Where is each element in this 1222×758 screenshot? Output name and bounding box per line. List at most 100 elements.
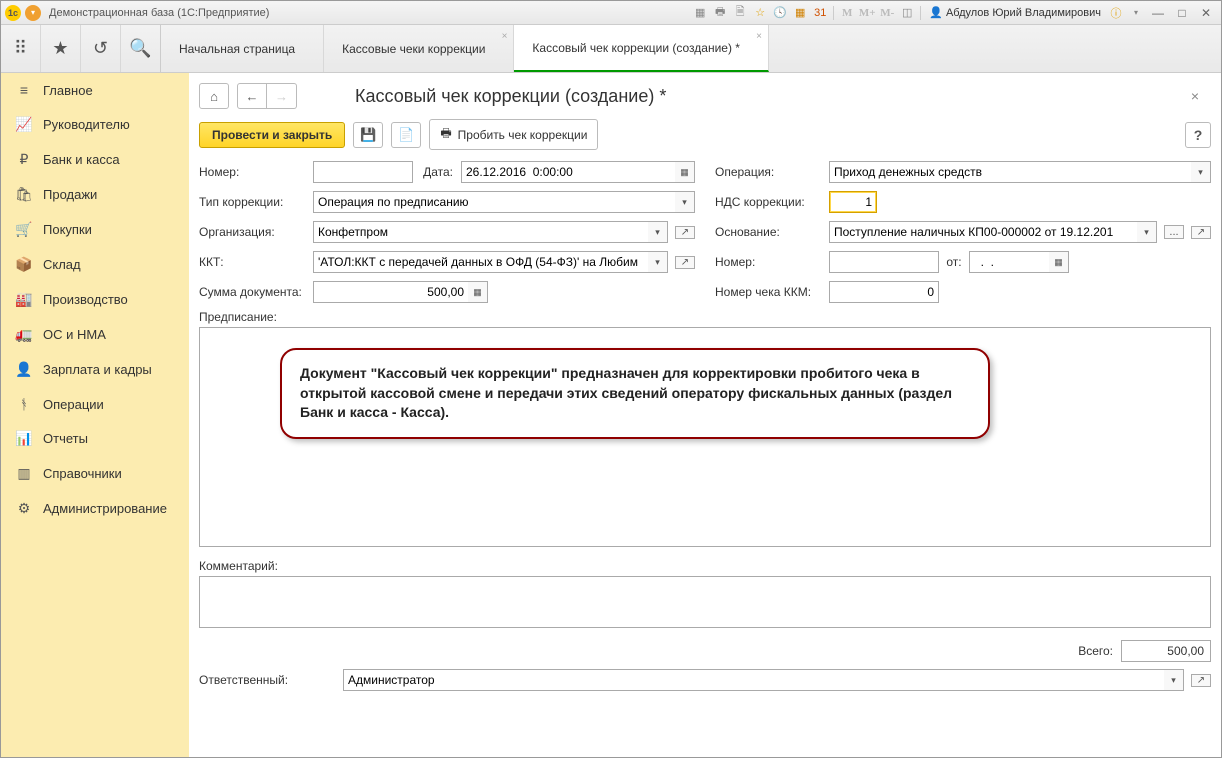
open-ref-icon[interactable]: ↗ — [675, 226, 695, 239]
history-icon[interactable]: 🕓 — [771, 4, 789, 22]
post-and-close-button[interactable]: Провести и закрыть — [199, 122, 345, 148]
search-icon[interactable]: 🔍 — [121, 25, 161, 72]
dropdown-icon[interactable]: ▾ — [1164, 669, 1184, 691]
operation-select[interactable] — [829, 161, 1191, 183]
open-ref-icon[interactable]: ↗ — [1191, 226, 1211, 239]
sidebar-item-main[interactable]: ≡Главное — [1, 73, 189, 107]
tool-icon-1[interactable]: ▦ — [691, 4, 709, 22]
open-ref-icon[interactable]: ↗ — [675, 256, 695, 269]
dropdown-icon[interactable]: ▾ — [1191, 161, 1211, 183]
page-close-button[interactable]: × — [1185, 86, 1205, 106]
sidebar: ≡Главное 📈Руководителю ₽Банк и касса 🛍Пр… — [1, 73, 189, 757]
app-menu-dropdown[interactable]: ▾ — [25, 5, 41, 21]
help-button[interactable]: ? — [1185, 122, 1211, 148]
save-button[interactable]: 💾 — [353, 122, 383, 148]
sidebar-item-operations[interactable]: ᚬОперации — [1, 387, 189, 421]
kkt-select[interactable] — [313, 251, 648, 273]
forward-button[interactable]: → — [267, 83, 297, 109]
star-icon[interactable]: ★ — [41, 25, 81, 72]
prescription-section: Предписание: Документ "Кассовый чек корр… — [189, 304, 1221, 553]
sidebar-item-production[interactable]: 🏭Производство — [1, 282, 189, 317]
tab-correction-check-create[interactable]: Кассовый чек коррекции (создание) *× — [514, 25, 769, 72]
sidebar-label: Главное — [43, 83, 93, 98]
sidebar-label: Продажи — [43, 187, 97, 202]
operations-icon: ᚬ — [15, 396, 33, 412]
sidebar-item-admin[interactable]: ⚙Администрирование — [1, 491, 189, 526]
dropdown-icon[interactable]: ▾ — [675, 191, 695, 213]
maximize-button[interactable]: □ — [1171, 4, 1193, 22]
date-picker-icon[interactable]: ▦ — [675, 161, 695, 183]
panel-icon[interactable]: ◫ — [898, 4, 916, 22]
vat-label: НДС коррекции: — [715, 195, 825, 209]
tab-correction-checks[interactable]: Кассовые чеки коррекции× — [324, 25, 514, 72]
main-panel: ⌂ ← → Кассовый чек коррекции (создание) … — [189, 73, 1221, 757]
home-button[interactable]: ⌂ — [199, 83, 229, 109]
favorite-icon[interactable]: ☆ — [751, 4, 769, 22]
open-ref-icon[interactable]: ↗ — [1191, 674, 1211, 687]
history-nav-icon[interactable]: ↺ — [81, 25, 121, 72]
base-number-input[interactable] — [829, 251, 939, 273]
responsible-row: Ответственный: ▾ ↗ — [189, 668, 1221, 702]
comment-label: Комментарий: — [199, 559, 1211, 573]
minimize-button[interactable]: — — [1147, 4, 1169, 22]
window-title: Демонстрационная база (1С:Предприятие) — [45, 7, 687, 19]
number-input[interactable] — [313, 161, 413, 183]
dropdown-icon[interactable]: ▾ — [1137, 221, 1157, 243]
info-icon[interactable]: ⓘ — [1107, 4, 1125, 22]
memory-m-icon[interactable]: M — [838, 4, 856, 22]
sidebar-item-reports[interactable]: 📊Отчеты — [1, 421, 189, 456]
apps-grid-icon[interactable]: ⠿ — [1, 25, 41, 72]
sidebar-item-bank-cash[interactable]: ₽Банк и касса — [1, 142, 189, 177]
sidebar-label: Склад — [43, 257, 81, 272]
form-right-column: Операция: ▾ НДС коррекции: Основание: — [715, 160, 1211, 304]
sidebar-item-executive[interactable]: 📈Руководителю — [1, 107, 189, 142]
titlebar-tools: ▦ 🖶 🗎 ☆ 🕓 ▦ 31 M M+ M- ◫ 👤Абдулов Юрий В… — [691, 4, 1217, 22]
print-icon[interactable]: 🖶 — [711, 4, 729, 22]
dropdown-icon[interactable]: ▾ — [648, 221, 668, 243]
base-ellipsis-button[interactable]: ... — [1164, 225, 1184, 239]
sidebar-item-purchases[interactable]: 🛒Покупки — [1, 212, 189, 247]
vat-input[interactable] — [829, 191, 877, 213]
calendar-icon[interactable]: 31 — [811, 4, 829, 22]
post-button[interactable]: 📄 — [391, 122, 421, 148]
chart-icon: 📈 — [15, 116, 33, 133]
back-button[interactable]: ← — [237, 83, 267, 109]
kkm-number-input[interactable] — [829, 281, 939, 303]
organization-label: Организация: — [199, 225, 309, 239]
date-picker-icon[interactable]: ▦ — [1049, 251, 1069, 273]
form: Номер: Дата: ▦ Тип коррекции: ▾ — [189, 160, 1221, 304]
close-icon[interactable]: × — [756, 31, 762, 42]
date-input[interactable] — [461, 161, 675, 183]
close-window-button[interactable]: ✕ — [1195, 4, 1217, 22]
comment-section: Комментарий: — [189, 553, 1221, 634]
sidebar-item-reference[interactable]: ▥ Справочники — [1, 456, 189, 491]
close-icon[interactable]: × — [502, 31, 508, 42]
info-dropdown-icon[interactable]: ▾ — [1127, 4, 1145, 22]
organization-select[interactable] — [313, 221, 648, 243]
sidebar-item-hr[interactable]: 👤Зарплата и кадры — [1, 352, 189, 387]
comment-textarea[interactable] — [199, 576, 1211, 628]
sidebar-item-sales[interactable]: 🛍Продажи — [1, 177, 189, 212]
calc-picker-icon[interactable]: ▦ — [468, 281, 488, 303]
memory-plus-icon[interactable]: M+ — [858, 4, 876, 22]
dropdown-icon[interactable]: ▾ — [648, 251, 668, 273]
sidebar-item-fixed-assets[interactable]: 🚛ОС и НМА — [1, 317, 189, 352]
print-check-button[interactable]: 🖶Пробить чек коррекции — [429, 119, 598, 150]
books-icon: ▥ — [15, 465, 33, 482]
correction-type-select[interactable] — [313, 191, 675, 213]
from-label: от: — [943, 255, 965, 269]
tab-start-page[interactable]: Начальная страница — [161, 25, 324, 72]
base-select[interactable] — [829, 221, 1137, 243]
sum-input[interactable] — [313, 281, 468, 303]
base-date-input[interactable] — [969, 251, 1049, 273]
sidebar-label: ОС и НМА — [43, 327, 106, 342]
prescription-textarea[interactable]: Документ "Кассовый чек коррекции" предна… — [199, 327, 1211, 547]
responsible-select[interactable] — [343, 669, 1164, 691]
memory-minus-icon[interactable]: M- — [878, 4, 896, 22]
calc-icon[interactable]: ▦ — [791, 4, 809, 22]
app-window: 1c ▾ Демонстрационная база (1С:Предприят… — [0, 0, 1222, 758]
sidebar-label: Справочники — [43, 466, 122, 481]
doc-icon[interactable]: 🗎 — [731, 4, 749, 22]
current-user[interactable]: 👤Абдулов Юрий Владимирович — [925, 6, 1105, 19]
sidebar-item-warehouse[interactable]: 📦Склад — [1, 247, 189, 282]
